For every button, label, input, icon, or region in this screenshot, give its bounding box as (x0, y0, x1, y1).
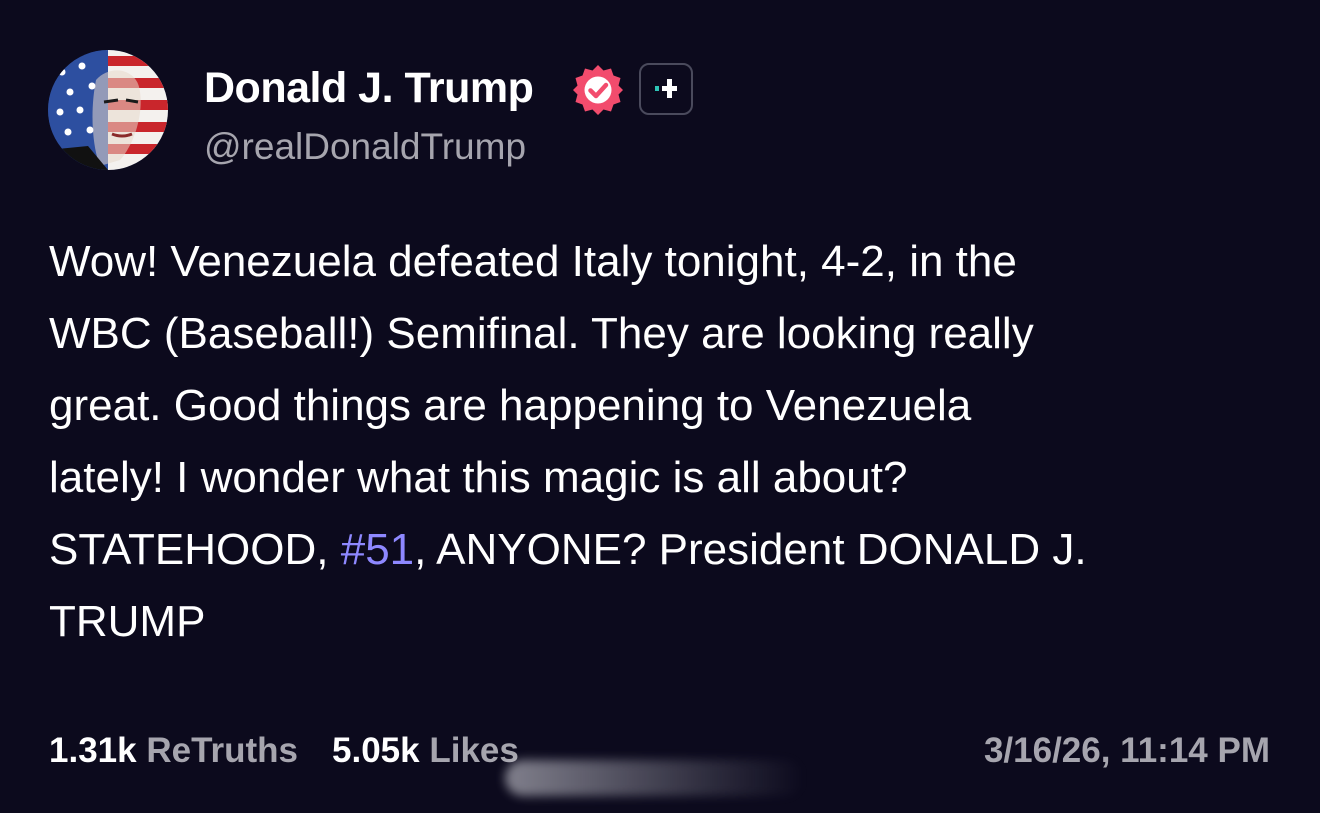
likes-stat[interactable]: 5.05k Likes (332, 731, 519, 770)
post-text-line: STATEHOOD, #51, ANYONE? President DONALD… (49, 514, 1289, 586)
post-text-line: lately! I wonder what this magic is all … (49, 453, 908, 502)
post-text-segment: , ANYONE? President DONALD J. (414, 525, 1087, 574)
flag-portrait-avatar-icon (48, 50, 168, 170)
retruths-label: ReTruths (146, 731, 299, 770)
follow-plus-icon (655, 79, 677, 98)
post-text-line: TRUMP (49, 597, 206, 646)
display-name[interactable]: Donald J. Trump (204, 62, 534, 114)
image-smudge (505, 760, 805, 796)
verified-check-icon (570, 62, 626, 118)
post-text-line: great. Good things are happening to Vene… (49, 381, 972, 430)
post-text-line: WBC (Baseball!) Semifinal. They are look… (49, 309, 1034, 358)
post-text: Wow! Venezuela defeated Italy tonight, 4… (49, 226, 1289, 658)
likes-label: Likes (429, 731, 519, 770)
avatar[interactable] (48, 50, 168, 170)
retruths-stat[interactable]: 1.31k ReTruths (49, 731, 298, 770)
post-text-segment: STATEHOOD, (49, 525, 341, 574)
hashtag-link[interactable]: #51 (341, 525, 414, 574)
retruths-count: 1.31k (49, 731, 137, 770)
likes-count: 5.05k (332, 731, 420, 770)
follow-plus-button[interactable] (639, 63, 693, 115)
post-card: Donald J. Trump @realDonaldTrump Wow! Ve… (0, 0, 1320, 813)
handle[interactable]: @realDonaldTrump (204, 124, 526, 170)
post-text-line: Wow! Venezuela defeated Italy tonight, 4… (49, 237, 1017, 286)
post-timestamp[interactable]: 3/16/26, 11:14 PM (984, 728, 1270, 774)
engagement-stats: 1.31k ReTruths 5.05k Likes (49, 728, 553, 774)
